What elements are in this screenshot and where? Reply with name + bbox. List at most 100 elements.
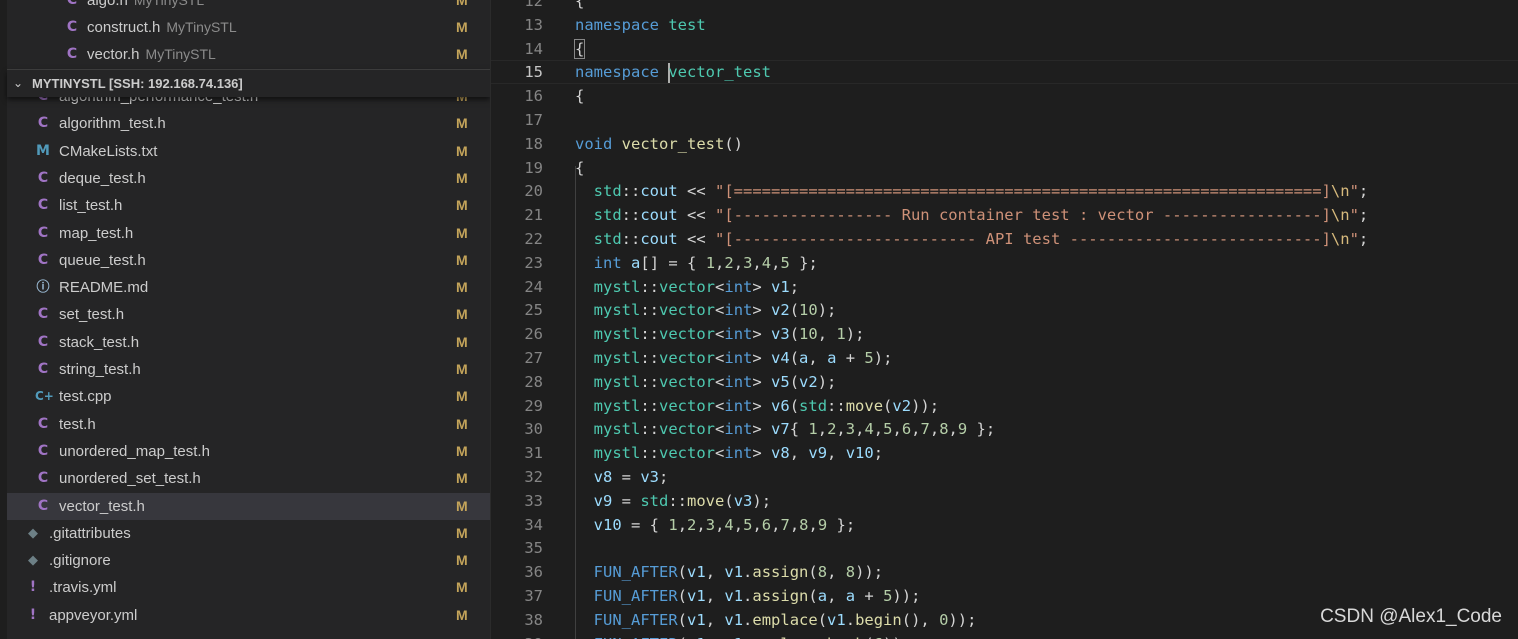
explorer-file-item[interactable]: Cunordered_set_test.h M xyxy=(7,465,490,492)
explorer-file-item[interactable]: Cvector.h MyTinySTL M xyxy=(7,41,490,68)
explorer-file-item[interactable]: Cmap_test.h M xyxy=(7,220,490,247)
explorer-file-item[interactable]: ◆ .gitignore M xyxy=(7,547,490,574)
file-description: MyTinySTL xyxy=(145,46,216,62)
file-name: list_test.h xyxy=(59,197,123,215)
file-label: stack_test.h xyxy=(59,329,139,356)
file-label: list_test.h xyxy=(59,192,122,219)
c-file-icon: C xyxy=(37,115,49,132)
explorer-file-item[interactable]: C+ test.cpp M xyxy=(7,383,490,410)
code-text: { xyxy=(573,38,586,59)
explorer-file-item[interactable]: ! .travis.yml M xyxy=(7,574,490,601)
code-line[interactable]: 39 FUN_AFTER(v1, v1.emplace_back(6)); xyxy=(491,632,1518,639)
line-number: 25 xyxy=(524,301,543,320)
explorer-file-item[interactable]: Cstack_test.h M xyxy=(7,329,490,356)
line-number: 19 xyxy=(524,158,543,177)
file-label: test.cpp xyxy=(59,383,112,410)
git-status-badge: M xyxy=(456,524,468,541)
explorer-file-item[interactable]: Calgorithm_test.h M xyxy=(7,110,490,137)
code-line[interactable]: 12 { xyxy=(491,0,1518,13)
file-name: algo.h xyxy=(87,0,128,9)
code-line[interactable]: 14 { xyxy=(491,37,1518,61)
explorer-file-item[interactable]: ! appveyor.yml M xyxy=(7,602,490,629)
code-line[interactable]: 25 mystl::vector<int> v2(10); xyxy=(491,298,1518,322)
c-file-icon: C xyxy=(37,497,49,514)
activity-bar-edge xyxy=(0,0,7,639)
code-line[interactable]: 22 std::cout << "[----------------------… xyxy=(491,227,1518,251)
git-status-badge: M xyxy=(456,19,468,35)
line-number: 30 xyxy=(524,420,543,439)
file-name: set_test.h xyxy=(59,306,125,324)
chevron-down-icon[interactable]: ⌄ xyxy=(13,70,23,97)
explorer-file-item[interactable]: Cconstruct.h MyTinySTL M xyxy=(7,14,490,41)
code-line[interactable]: 24 mystl::vector<int> v1; xyxy=(491,275,1518,299)
code-text: mystl::vector<int> v5(v2); xyxy=(593,372,837,391)
code-text: mystl::vector<int> v2(10); xyxy=(593,301,837,320)
explorer-file-item[interactable]: Cdeque_test.h M xyxy=(7,165,490,192)
file-label: construct.h MyTinySTL xyxy=(87,14,237,41)
line-number: 32 xyxy=(524,468,543,486)
git-status-badge: M xyxy=(456,169,468,186)
code-text: namespace test xyxy=(575,15,706,34)
line-number: 18 xyxy=(524,134,543,153)
code-line[interactable]: 34 v10 = { 1,2,3,4,5,6,7,8,9 }; xyxy=(491,513,1518,537)
code-line[interactable]: 19 { xyxy=(491,156,1518,180)
explorer-file-item[interactable]: M CMakeLists.txt M xyxy=(7,138,490,165)
explorer-file-item[interactable]: Clist_test.h M xyxy=(7,192,490,219)
explorer-file-item[interactable]: Cset_test.h M xyxy=(7,301,490,328)
file-label: .gitignore xyxy=(49,547,111,574)
code-line[interactable]: 26 mystl::vector<int> v3(10, 1); xyxy=(491,322,1518,346)
explorer-file-item[interactable]: Ctest.h M xyxy=(7,411,490,438)
code-line[interactable]: 36 FUN_AFTER(v1, v1.assign(8, 8)); xyxy=(491,560,1518,584)
explorer-section-header[interactable]: ⌄ MYTINYSTL [SSH: 192.168.74.136] xyxy=(7,69,490,97)
code-line[interactable]: 32 v8 = v3; xyxy=(491,465,1518,489)
code-line[interactable]: 18 void vector_test() xyxy=(491,132,1518,156)
code-line[interactable]: 16 { xyxy=(491,84,1518,108)
code-line[interactable]: 28 mystl::vector<int> v5(v2); xyxy=(491,370,1518,394)
c-file-icon: C xyxy=(37,333,49,350)
code-line[interactable]: 21 std::cout << "[----------------- Run … xyxy=(491,203,1518,227)
explorer-file-item[interactable]: ◆ .gitattributes M xyxy=(7,520,490,547)
code-line[interactable]: 13 namespace test xyxy=(491,13,1518,37)
line-number: 16 xyxy=(524,87,543,106)
file-name: algorithm_test.h xyxy=(59,115,166,133)
code-line[interactable]: 37 FUN_AFTER(v1, v1.assign(a, a + 5)); xyxy=(491,584,1518,608)
file-name: README.md xyxy=(59,279,149,297)
line-number: 24 xyxy=(524,277,543,296)
explorer-file-item[interactable]: ⓘ README.md M xyxy=(7,274,490,301)
code-line[interactable]: 15 namespace vector_test xyxy=(491,60,1518,84)
code-line[interactable]: 29 mystl::vector<int> v6(std::move(v2)); xyxy=(491,394,1518,418)
code-line[interactable]: 30 mystl::vector<int> v7{ 1,2,3,4,5,6,7,… xyxy=(491,417,1518,441)
c-file-icon: C xyxy=(37,442,49,459)
line-number: 17 xyxy=(524,111,543,129)
git-status-badge: M xyxy=(456,552,468,569)
c-file-icon: C xyxy=(37,197,49,214)
git-status-badge: M xyxy=(456,224,468,241)
code-line[interactable]: 31 mystl::vector<int> v8, v9, v10; xyxy=(491,441,1518,465)
file-label: algorithm_test.h xyxy=(59,110,166,137)
git-status-badge: M xyxy=(456,333,468,350)
code-line[interactable]: 27 mystl::vector<int> v4(a, a + 5); xyxy=(491,346,1518,370)
code-line[interactable]: 17 xyxy=(491,108,1518,132)
code-text: { xyxy=(575,158,585,177)
explorer-file-item[interactable]: Calgo.h MyTinySTL M xyxy=(7,0,490,14)
code-line[interactable]: 20 std::cout << "[======================… xyxy=(491,179,1518,203)
file-name: .travis.yml xyxy=(49,579,117,597)
code-line[interactable]: 23 int a[] = { 1,2,3,4,5 }; xyxy=(491,251,1518,275)
explorer-file-item[interactable]: Cunordered_map_test.h M xyxy=(7,438,490,465)
code-line[interactable]: 35 xyxy=(491,536,1518,560)
explorer-file-item[interactable]: Cstring_test.h M xyxy=(7,356,490,383)
code-line[interactable]: 33 v9 = std::move(v3); xyxy=(491,489,1518,513)
code-text: std::cout << "[----------------- Run con… xyxy=(593,206,1369,225)
file-name: test.h xyxy=(59,415,96,433)
explorer-file-item[interactable]: Cvector_test.h M xyxy=(7,492,490,520)
file-label: vector_test.h xyxy=(59,493,145,520)
line-number: 23 xyxy=(524,253,543,272)
git-status-badge: M xyxy=(456,497,468,514)
code-editor[interactable]: 12 {13 namespace test 14 {15 namespace vector… xyxy=(491,0,1518,639)
git-status-badge: M xyxy=(456,306,468,323)
explorer-file-item[interactable]: Cqueue_test.h M xyxy=(7,247,490,274)
info-file-icon: ⓘ xyxy=(36,280,50,296)
file-name: map_test.h xyxy=(59,224,134,242)
line-number: 33 xyxy=(524,491,543,510)
file-name: unordered_set_test.h xyxy=(59,470,201,488)
